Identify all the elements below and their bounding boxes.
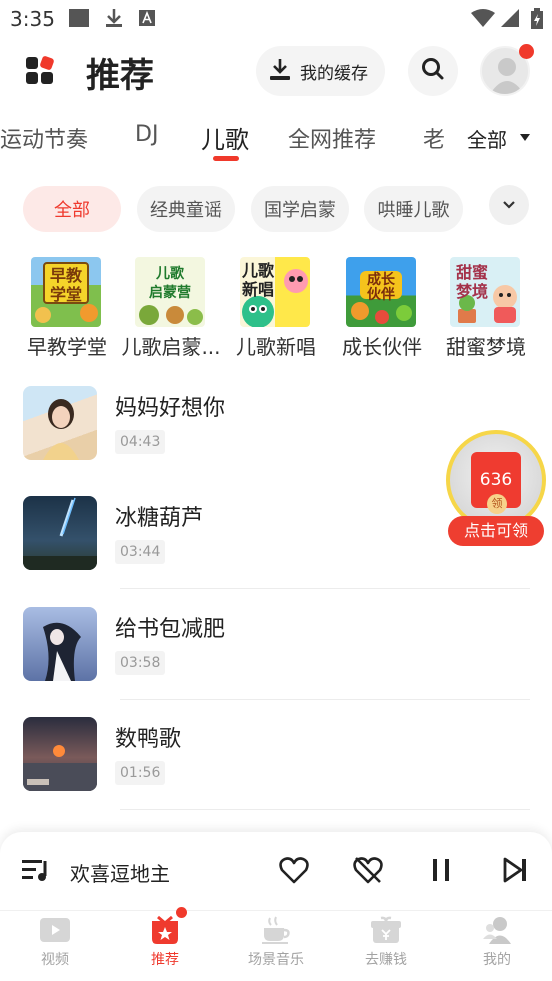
next-icon[interactable] xyxy=(499,854,531,886)
category-tabs: 运动节奏 DJ 儿歌 全网推荐 老 全部 xyxy=(0,112,552,166)
song-cover xyxy=(23,607,97,681)
avatar-notification-dot xyxy=(519,44,534,59)
song-title: 妈妈好想你 xyxy=(115,396,226,421)
cover-text: 儿歌 启蒙营 xyxy=(149,266,191,301)
category-kids-enlightenment[interactable]: 儿歌 启蒙营 儿歌启蒙... xyxy=(119,256,223,360)
app-grid-icon[interactable] xyxy=(26,55,56,87)
cover-text: 成长 伙伴 xyxy=(367,272,395,303)
category-sweet-dreams[interactable]: 甜蜜 梦境 甜蜜梦境 xyxy=(434,256,538,360)
now-playing-title: 欢喜逗地主 xyxy=(70,862,170,886)
user-icon xyxy=(483,917,511,944)
header: 推荐 我的缓存 xyxy=(0,40,552,102)
song-cover xyxy=(23,717,97,791)
reward-coin: 领 xyxy=(487,494,507,514)
tab-kids-songs[interactable]: 儿歌 xyxy=(201,120,249,155)
chip-all[interactable]: 全部 xyxy=(23,186,121,232)
nav-label: 场景音乐 xyxy=(248,952,304,968)
signal-icon xyxy=(500,8,520,32)
wifi-icon xyxy=(470,8,496,32)
category-label: 甜蜜梦境 xyxy=(446,335,526,359)
status-time: 3:35 xyxy=(10,7,55,31)
my-cache-button[interactable]: 我的缓存 xyxy=(256,46,385,96)
chip-sinology[interactable]: 国学启蒙 xyxy=(251,186,349,232)
pause-icon[interactable] xyxy=(425,854,457,886)
nav-recommend-badge xyxy=(176,907,187,918)
download-icon xyxy=(104,8,124,32)
dislike-heart-icon[interactable] xyxy=(352,854,384,886)
divider xyxy=(120,809,530,810)
song-duration: 03:44 xyxy=(115,540,166,564)
video-icon xyxy=(40,918,70,942)
bottom-nav: 视频 推荐 场景音乐 去赚钱 我的 xyxy=(0,910,552,981)
tab-dj[interactable]: DJ xyxy=(135,122,158,147)
all-tabs-label: 全部 xyxy=(467,128,507,152)
gift-icon xyxy=(371,916,401,943)
nav-label: 视频 xyxy=(41,952,69,968)
category-label: 成长伙伴 xyxy=(342,335,422,359)
divider xyxy=(120,588,530,589)
category-kids-new-songs[interactable]: 儿歌 新唱 儿歌新唱 xyxy=(224,256,328,360)
song-title: 冰糖葫芦 xyxy=(115,506,204,531)
chevron-down-icon xyxy=(503,201,515,209)
cover-image: 早教 学堂 xyxy=(31,257,101,327)
download-icon xyxy=(268,57,292,85)
page-title: 推荐 xyxy=(86,56,154,96)
all-tabs-dropdown[interactable]: 全部 xyxy=(458,112,552,166)
notification-square-icon xyxy=(68,8,90,32)
nav-mine[interactable]: 我的 xyxy=(442,911,552,981)
song-title: 数鸭歌 xyxy=(115,727,182,752)
mini-player[interactable]: 欢喜逗地主 xyxy=(0,832,552,910)
tab-sport-rhythm[interactable]: 运动节奏 xyxy=(0,122,88,154)
nav-label: 推荐 xyxy=(151,952,179,968)
song-duration: 04:43 xyxy=(115,430,166,454)
caret-down-icon xyxy=(520,134,530,141)
coffee-cup-icon xyxy=(262,916,290,944)
category-label: 儿歌新唱 xyxy=(236,335,316,359)
song-cover xyxy=(23,496,97,570)
reward-amount: 636 xyxy=(479,470,513,490)
chip-lullaby[interactable]: 哄睡儿歌 xyxy=(364,186,463,232)
nav-scene-music[interactable]: 场景音乐 xyxy=(221,911,331,981)
recommend-icon xyxy=(152,915,178,944)
playlist-icon[interactable] xyxy=(20,854,52,886)
heart-icon[interactable] xyxy=(278,854,310,886)
cover-image: 儿歌 启蒙营 xyxy=(135,257,205,327)
song-title: 给书包减肥 xyxy=(115,617,226,642)
list-item[interactable]: 数鸭歌 01:56 xyxy=(0,717,552,827)
category-label: 早教学堂 xyxy=(27,335,107,359)
cover-text: 早教 学堂 xyxy=(49,266,82,304)
reward-widget[interactable]: 636 领 点击可领 xyxy=(446,430,546,548)
cover-image: 成长 伙伴 xyxy=(346,257,416,327)
divider xyxy=(120,699,530,700)
my-cache-label: 我的缓存 xyxy=(300,63,368,84)
category-growth-partner[interactable]: 成长 伙伴 成长伙伴 xyxy=(330,256,434,360)
category-early-education[interactable]: 早教 学堂 早教学堂 xyxy=(15,256,119,360)
cover-image: 甜蜜 梦境 xyxy=(450,257,520,327)
category-label: 儿歌启蒙... xyxy=(121,335,221,359)
nav-earn[interactable]: 去赚钱 xyxy=(331,911,441,981)
chip-classic-rhymes[interactable]: 经典童谣 xyxy=(137,186,235,232)
nav-label: 我的 xyxy=(483,952,511,968)
reward-claim-button[interactable]: 点击可领 xyxy=(448,516,544,546)
search-icon xyxy=(421,57,445,85)
cover-text: 儿歌 新唱 xyxy=(241,261,274,299)
tab-active-indicator xyxy=(213,156,239,161)
tab-network-recommend[interactable]: 全网推荐 xyxy=(288,122,376,154)
status-bar: 3:35 xyxy=(0,0,552,36)
search-button[interactable] xyxy=(408,46,458,96)
nav-video[interactable]: 视频 xyxy=(0,911,110,981)
a-icon xyxy=(138,8,156,32)
song-cover xyxy=(23,386,97,460)
cover-text: 甜蜜 梦境 xyxy=(455,263,488,301)
nav-label: 去赚钱 xyxy=(365,952,407,968)
song-duration: 03:58 xyxy=(115,651,166,675)
nav-recommend[interactable]: 推荐 xyxy=(110,911,220,981)
battery-icon xyxy=(530,8,544,34)
list-item[interactable]: 给书包减肥 03:58 xyxy=(0,607,552,717)
song-duration: 01:56 xyxy=(115,761,166,785)
chip-expand-button[interactable] xyxy=(489,185,529,225)
cover-image: 儿歌 新唱 xyxy=(240,257,310,327)
